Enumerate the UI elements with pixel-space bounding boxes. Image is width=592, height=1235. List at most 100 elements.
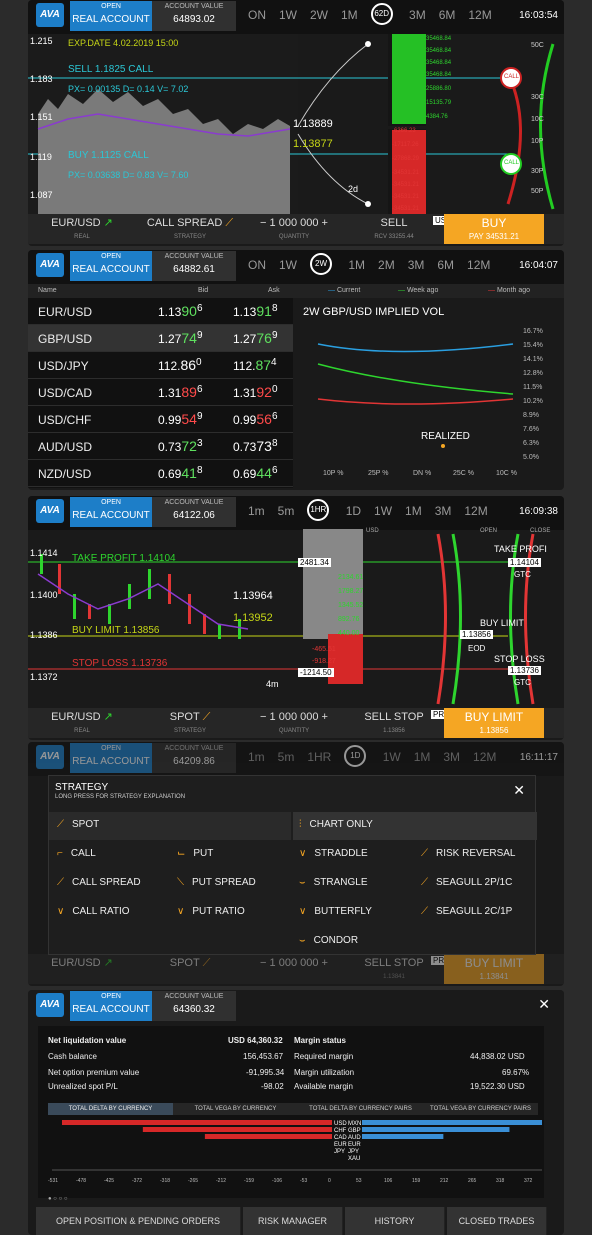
buy-limit-label[interactable]: BUY LIMIT 1.13856 [72,625,159,636]
ask-price[interactable]: 1.13918 [233,303,278,319]
ask-price[interactable]: 0.73738 [233,438,278,454]
ask-price[interactable]: 0.99566 [233,411,278,427]
period-1w[interactable]: 1W [279,258,297,272]
period-selected[interactable]: 1D [344,745,367,767]
table-row[interactable]: USD/CHF 0.99549 0.99566 [28,406,293,433]
period-1w[interactable]: 1W [374,504,392,518]
pair-selector[interactable]: EUR/USD ↗ REAL [28,708,136,738]
account-value[interactable]: ACCOUNT VALUE 64209.86 [152,743,236,773]
period-selected[interactable]: 1HR [307,499,330,521]
strategy-option-risk-reversal[interactable]: ⟋ RISK REVERSAL [421,848,515,859]
strategy-option-call-spread[interactable]: ⟋ CALL SPREAD [57,877,141,888]
table-row[interactable]: USD/JPY 112.860 112.874 [28,352,293,379]
right-take-profit[interactable]: TAKE PROFI [494,544,547,554]
call-badge[interactable]: CALL [504,160,519,166]
bid-price[interactable]: 1.27749 [158,330,203,346]
period-selected[interactable]: 62D [370,3,393,25]
open-account-button[interactable]: OPEN REAL ACCOUNT [70,497,152,527]
strategy-option-put-spread[interactable]: ⟍ PUT SPREAD [177,877,256,888]
period-6m[interactable]: 6M [439,8,456,22]
tab-vega-pairs[interactable]: TOTAL VEGA BY CURRENCY PAIRS [423,1103,538,1115]
strategy-option-condor[interactable]: ⌣ CONDOR [299,935,358,946]
period-12m[interactable]: 12M [468,8,491,22]
period-6m[interactable]: 6M [437,258,454,272]
account-value[interactable]: ACCOUNT VALUE 64360.32 [152,991,236,1021]
strategy-option-strangle[interactable]: ⌣ STRANGLE [299,877,368,888]
tab-delta-pairs[interactable]: TOTAL DELTA BY CURRENCY PAIRS [298,1103,423,1115]
period-1m[interactable]: 1M [405,504,422,518]
period-2m[interactable]: 2M [378,258,395,272]
period-1m[interactable]: 1M [341,8,358,22]
period-5m[interactable]: 5m [278,750,295,764]
buy-call-label[interactable]: BUY 1.1125 CALL [68,150,149,161]
ask-price[interactable]: 1.31920 [233,384,278,400]
table-row[interactable]: NZD/USD 0.69418 0.69446 [28,460,293,487]
candle-chart[interactable] [28,524,564,708]
time-to-expiry[interactable]: 2d [348,184,358,194]
call-badge[interactable]: CALL [504,74,519,80]
sell-call-label[interactable]: SELL 1.1825 CALL [68,64,153,75]
close-icon[interactable]: ✕ [538,996,550,1013]
pair-selector[interactable]: EUR/USD ↗ REAL [28,214,136,244]
sell-button[interactable]: SELL RCV 33255.44 [344,214,444,244]
right-stop-loss-value[interactable]: 1.13736 [508,666,541,675]
period-1d[interactable]: 1D [346,504,361,518]
open-account-button[interactable]: OPEN REAL ACCOUNT [70,991,152,1021]
period-3m[interactable]: 3M [443,750,460,764]
strategy-option-seagull-2c1p[interactable]: ⟋ SEAGULL 2C/1P [421,906,512,917]
vol-chart[interactable] [303,324,523,466]
tab-risk-manager[interactable]: RISK MANAGER [243,1207,343,1235]
bid-price[interactable]: 1.13906 [158,303,203,319]
right-take-profit-value[interactable]: 1.14104 [508,558,541,567]
table-row[interactable]: USD/CAD 1.31896 1.31920 [28,379,293,406]
period-1w[interactable]: 1W [279,8,297,22]
take-profit-label[interactable]: TAKE PROFIT 1.14104 [72,553,176,564]
ask-price[interactable]: 1.27769 [233,330,278,346]
period-1m-min[interactable]: 1m [248,750,265,764]
account-value[interactable]: ACCOUNT VALUE 64882.61 [152,251,236,281]
pair-selector[interactable]: EUR/USD ↗ [28,954,136,984]
strategy-selector[interactable]: SPOT ⟋ [136,954,244,984]
table-row[interactable]: GBP/USD 1.27749 1.27769 [28,325,293,352]
tab-vega-currency[interactable]: TOTAL VEGA BY CURRENCY [173,1103,298,1115]
ask-price[interactable]: 112.874 [233,357,277,373]
time-to-expiry[interactable]: 4m [266,679,279,689]
bid-price[interactable]: 112.860 [158,357,202,373]
period-selector[interactable]: 1m 5m 1HR 1D 1W 1M 3M 12M [248,745,509,767]
period-on[interactable]: ON [248,8,266,22]
sell-stop-button[interactable]: SELL STOP 1.13856 [344,708,444,738]
open-account-button[interactable]: OPEN REAL ACCOUNT [70,743,152,773]
right-buy-limit[interactable]: BUY LIMIT [480,618,524,628]
period-selector[interactable]: 1m 5m 1HR 1D 1W 1M 3M 12M [248,499,501,521]
strategy-selector[interactable]: CALL SPREAD ⟋ STRATEGY [136,214,244,244]
strategy-option-put-ratio[interactable]: ∨ PUT RATIO [177,906,245,917]
right-buy-limit-value[interactable]: 1.13856 [460,630,493,639]
period-5m[interactable]: 5m [278,504,295,518]
strategy-option-chart-only[interactable]: ⫶ CHART ONLY [299,819,373,830]
bid-price[interactable]: 0.69418 [158,465,203,481]
quantity-stepper[interactable]: − 1 000 000 + QUANTITY [244,214,344,244]
period-1m-min[interactable]: 1m [248,504,265,518]
strategy-option-seagull-2p1c[interactable]: ⟋ SEAGULL 2P/1C [421,877,512,888]
bid-price[interactable]: 0.73723 [158,438,203,454]
period-1m[interactable]: 1M [348,258,365,272]
strategy-option-call[interactable]: ⌐ CALL [57,848,96,859]
tab-delta-currency[interactable]: TOTAL DELTA BY CURRENCY [48,1103,173,1115]
quantity-stepper[interactable]: − 1 000 000 + QUANTITY [244,708,344,738]
period-3m[interactable]: 3M [435,504,452,518]
close-icon[interactable]: ✕ [513,782,525,799]
period-3m[interactable]: 3M [409,8,426,22]
ask-price[interactable]: 0.69446 [233,465,278,481]
table-row[interactable]: AUD/USD 0.73723 0.73738 [28,433,293,460]
period-selector[interactable]: ON 1W 2W 1M 62D 3M 6M 12M [248,3,505,25]
sell-stop-button[interactable]: SELL STOP 1.13841 [344,954,444,984]
period-12m[interactable]: 12M [464,504,487,518]
open-account-button[interactable]: OPEN REAL ACCOUNT [70,1,152,31]
period-12m[interactable]: 12M [467,258,490,272]
stop-loss-label[interactable]: STOP LOSS 1.13736 [72,658,167,669]
tab-history[interactable]: HISTORY [345,1207,445,1235]
open-account-button[interactable]: OPEN REAL ACCOUNT [70,251,152,281]
strategy-option-butterfly[interactable]: ∨ BUTTERFLY [299,906,372,917]
period-12m[interactable]: 12M [473,750,496,764]
strategy-selector[interactable]: SPOT ⟋ STRATEGY [136,708,244,738]
